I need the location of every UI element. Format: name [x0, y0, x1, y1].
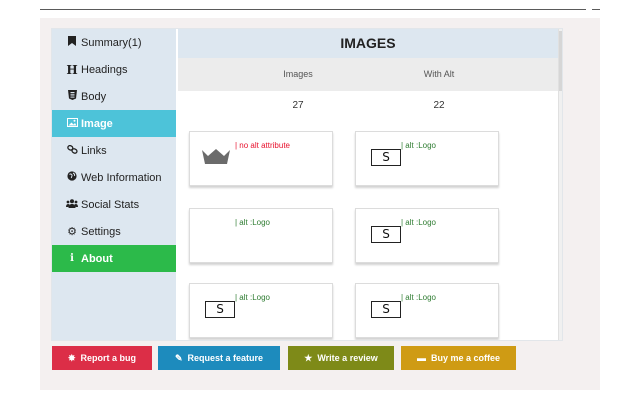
images-content: IMAGES Images With Alt 27 22 | no alt at… [178, 29, 558, 340]
sidebar-item-body[interactable]: Body [52, 83, 176, 110]
button-label: Write a review [317, 353, 378, 363]
s-logo-image: S [205, 301, 235, 318]
sidebar-item-label: Social Stats [81, 198, 140, 211]
html5-icon [65, 90, 79, 103]
image-icon [65, 117, 79, 130]
sidebar: Summary(1) H Headings Body Image Links W… [52, 29, 176, 340]
sidebar-item-label: Headings [81, 63, 128, 76]
alt-status-label: | alt :Logo [401, 218, 436, 227]
alt-status-label: | alt :Logo [235, 293, 270, 302]
alt-status-label: | alt :Logo [401, 293, 436, 302]
coffee-icon: ▬ [416, 353, 426, 363]
sidebar-item-summary[interactable]: Summary(1) [52, 29, 176, 56]
heading-icon: H [66, 62, 78, 77]
alt-status-label: | alt :Logo [401, 141, 436, 150]
request-feature-button[interactable]: ✎ Request a feature [158, 346, 280, 370]
stats-header-images: Images [283, 69, 313, 79]
buy-coffee-button[interactable]: ▬ Buy me a coffee [401, 346, 516, 370]
s-logo-image: S [371, 226, 401, 243]
crown-icon [201, 148, 231, 169]
sidebar-item-image[interactable]: Image [52, 110, 176, 137]
sidebar-item-links[interactable]: Links [52, 137, 176, 164]
button-label: Buy me a coffee [430, 353, 501, 363]
stats-header-row: Images With Alt [178, 58, 558, 91]
scrollbar-thumb[interactable] [559, 31, 562, 91]
image-card[interactable]: | alt :Logo [189, 208, 333, 263]
sidebar-item-label: Body [81, 90, 107, 103]
sidebar-item-settings[interactable]: ⚙ Settings [52, 218, 176, 245]
content-scrollbar[interactable] [558, 29, 562, 340]
bookmark-icon [65, 36, 79, 49]
alt-status-label: | alt :Logo [235, 218, 270, 227]
bug-icon: ✸ [67, 352, 76, 363]
main-panel: Summary(1) H Headings Body Image Links W… [51, 28, 563, 341]
alt-status-label: | no alt attribute [235, 141, 290, 150]
sidebar-item-label: Web Information [81, 171, 162, 184]
sidebar-item-social-stats[interactable]: Social Stats [52, 191, 176, 218]
image-card[interactable]: S | alt :Logo [355, 208, 499, 263]
sidebar-item-label: About [81, 252, 113, 265]
star-icon: ★ [304, 352, 313, 363]
top-divider-right [592, 9, 600, 10]
link-icon [65, 144, 79, 157]
info-icon: i [70, 253, 74, 264]
page-title: IMAGES [178, 29, 558, 58]
image-card[interactable]: | no alt attribute [189, 131, 333, 186]
write-review-button[interactable]: ★ Write a review [288, 346, 394, 370]
sidebar-item-label: Links [81, 144, 107, 157]
image-card[interactable]: S | alt :Logo [355, 131, 499, 186]
top-divider [40, 9, 586, 10]
sidebar-item-headings[interactable]: H Headings [52, 56, 176, 83]
sidebar-item-label: Settings [81, 225, 121, 238]
stats-value-images: 27 [292, 100, 304, 111]
s-logo-image: S [371, 301, 401, 318]
image-card[interactable]: S | alt :Logo [189, 283, 333, 338]
report-bug-button[interactable]: ✸ Report a bug [52, 346, 152, 370]
button-label: Report a bug [80, 353, 137, 363]
sidebar-item-about[interactable]: i About [52, 245, 176, 272]
users-icon [65, 198, 79, 211]
button-label: Request a feature [187, 353, 264, 363]
globe-icon [65, 171, 79, 184]
stats-header-with-alt: With Alt [423, 69, 455, 79]
sidebar-item-label: Image [81, 117, 113, 130]
sidebar-item-web-information[interactable]: Web Information [52, 164, 176, 191]
image-card[interactable]: S | alt :Logo [355, 283, 499, 338]
sidebar-item-label: Summary(1) [81, 36, 142, 49]
stats-value-row: 27 22 [178, 91, 558, 121]
stats-value-with-alt: 22 [433, 100, 445, 111]
pencil-icon: ✎ [174, 352, 183, 363]
gear-icon: ⚙ [67, 226, 77, 238]
s-logo-image: S [371, 149, 401, 166]
